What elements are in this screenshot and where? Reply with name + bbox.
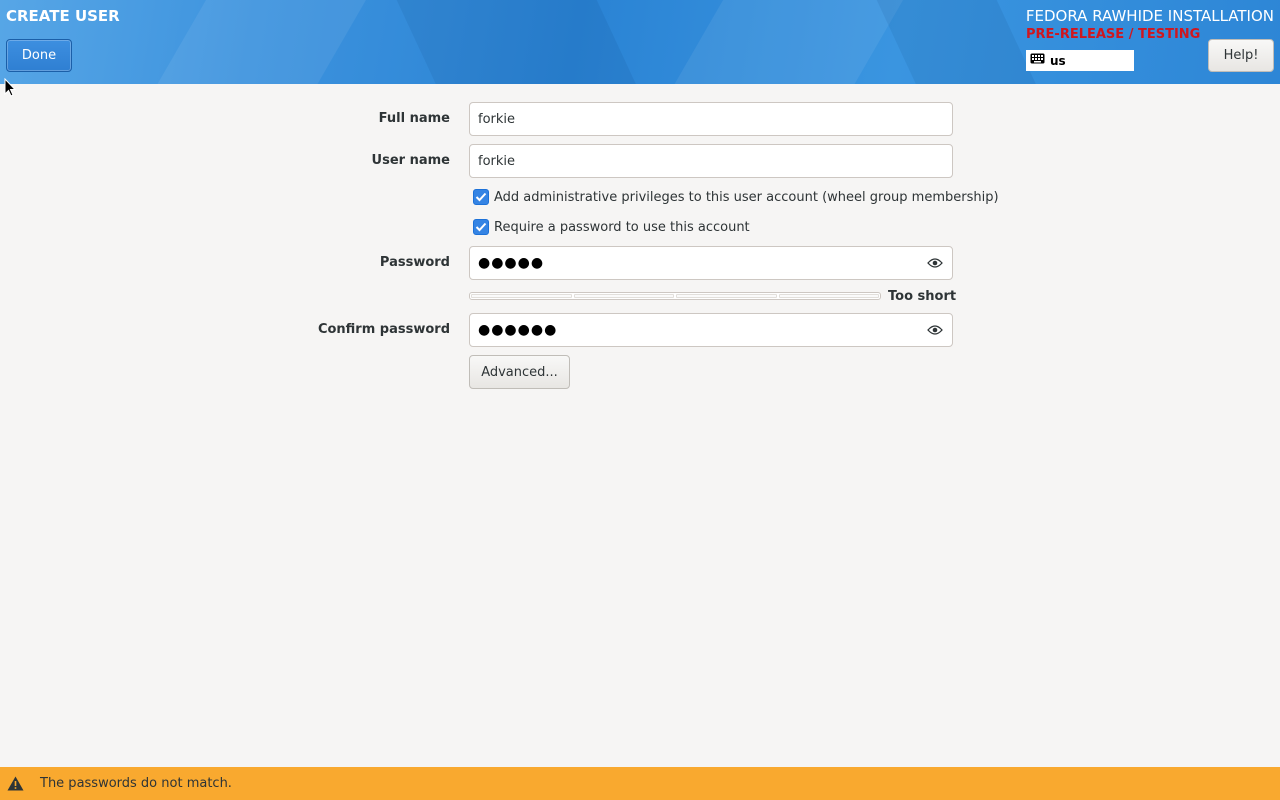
header-decoration [659,0,921,84]
status-message: The passwords do not match. [40,776,232,791]
checkmark-icon [475,222,487,232]
confirm-password-label: Confirm password [317,322,450,337]
keyboard-layout-label: us [1050,53,1066,68]
strength-segment [573,294,674,298]
admin-privileges-checkbox[interactable] [473,189,489,205]
admin-privileges-label: Add administrative privileges to this us… [494,189,999,205]
done-button[interactable]: Done [6,39,72,72]
prerelease-warning: PRE-RELEASE / TESTING [1026,27,1201,42]
reveal-password-icon[interactable] [926,254,944,272]
password-field[interactable]: ●●●●● [469,246,953,280]
password-label: Password [379,255,450,270]
user-name-label: User name [371,153,450,168]
require-password-option[interactable]: Require a password to use this account [473,219,750,235]
admin-privileges-option[interactable]: Add administrative privileges to this us… [473,189,999,205]
checkmark-icon [475,192,487,202]
mouse-pointer-icon [4,77,17,101]
strength-segment [676,294,777,298]
keyboard-icon [1030,53,1045,68]
header-bar: CREATE USER Done FEDORA RAWHIDE INSTALLA… [0,0,1280,84]
warning-icon [7,776,27,791]
confirm-password-value: ●●●●●● [478,322,558,338]
require-password-checkbox[interactable] [473,219,489,235]
header-decoration [392,0,648,84]
full-name-field[interactable] [469,102,953,136]
reveal-confirm-password-icon[interactable] [926,321,944,339]
strength-segment [471,294,572,298]
header-decoration [876,0,1044,84]
status-bar[interactable]: The passwords do not match. [0,767,1280,800]
keyboard-layout-indicator[interactable]: us [1026,50,1134,71]
confirm-password-field[interactable]: ●●●●●● [469,313,953,347]
full-name-label: Full name [378,111,450,126]
header-decoration [142,0,378,84]
strength-segment [778,294,879,298]
password-strength-meter [469,292,881,300]
advanced-button[interactable]: Advanced... [469,355,570,389]
password-value: ●●●●● [478,255,545,271]
password-strength-label: Too short [888,289,957,304]
page-title: CREATE USER [6,7,120,25]
help-button[interactable]: Help! [1208,39,1274,72]
require-password-label: Require a password to use this account [494,219,750,235]
product-title: FEDORA RAWHIDE INSTALLATION [1025,7,1274,25]
user-name-field[interactable] [469,144,953,178]
